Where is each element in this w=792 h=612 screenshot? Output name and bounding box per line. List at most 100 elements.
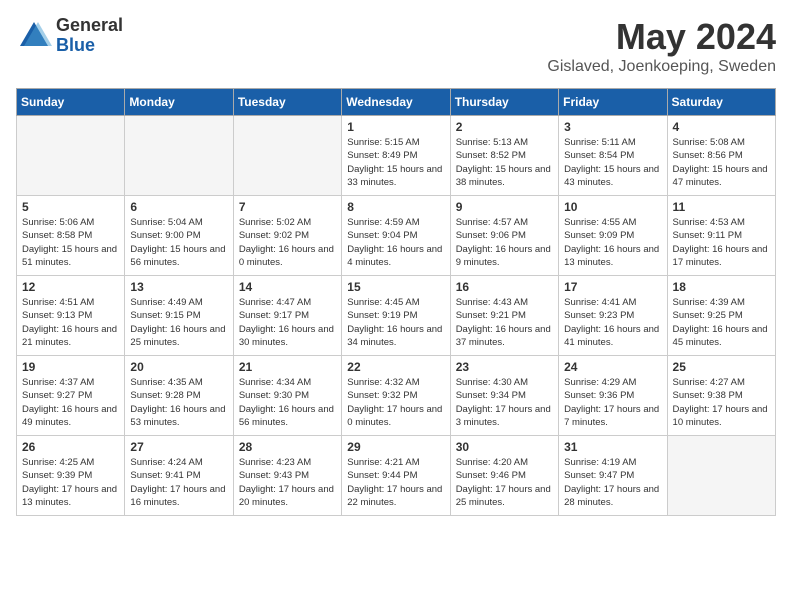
day-info: Sunrise: 4:19 AMSunset: 9:47 PMDaylight:… xyxy=(564,456,661,509)
day-number: 20 xyxy=(130,360,227,374)
calendar-cell: 24 Sunrise: 4:29 AMSunset: 9:36 PMDayligh… xyxy=(559,356,667,436)
header-sunday: Sunday xyxy=(17,89,125,116)
day-number: 27 xyxy=(130,440,227,454)
day-info: Sunrise: 5:08 AMSunset: 8:56 PMDaylight:… xyxy=(673,136,770,189)
day-info: Sunrise: 4:23 AMSunset: 9:43 PMDaylight:… xyxy=(239,456,336,509)
calendar-cell: 9 Sunrise: 4:57 AMSunset: 9:06 PMDaylight… xyxy=(450,196,558,276)
calendar-cell: 27 Sunrise: 4:24 AMSunset: 9:41 PMDayligh… xyxy=(125,436,233,516)
day-number: 21 xyxy=(239,360,336,374)
day-number: 19 xyxy=(22,360,119,374)
calendar-cell xyxy=(125,116,233,196)
day-number: 26 xyxy=(22,440,119,454)
header-tuesday: Tuesday xyxy=(233,89,341,116)
calendar-cell: 25Sunrise: 4:27 AMSunset: 9:38 PMDayligh… xyxy=(667,356,775,436)
calendar-cell: 22Sunrise: 4:32 AMSunset: 9:32 PMDayligh… xyxy=(342,356,450,436)
day-number: 22 xyxy=(347,360,444,374)
calendar-cell: 30 Sunrise: 4:20 AMSunset: 9:46 PMDayligh… xyxy=(450,436,558,516)
day-number: 24 xyxy=(564,360,661,374)
day-number: 23 xyxy=(456,360,553,374)
calendar-week-4: 19Sunrise: 4:37 AMSunset: 9:27 PMDayligh… xyxy=(17,356,776,436)
day-info: Sunrise: 4:30 AMSunset: 9:34 PMDaylight:… xyxy=(456,376,553,429)
calendar-week-5: 26 Sunrise: 4:25 AMSunset: 9:39 PMDayligh… xyxy=(17,436,776,516)
calendar-cell: 18 Sunrise: 4:39 AMSunset: 9:25 PMDayligh… xyxy=(667,276,775,356)
header-monday: Monday xyxy=(125,89,233,116)
day-info: Sunrise: 5:04 AMSunset: 9:00 PMDaylight:… xyxy=(130,216,227,269)
day-info: Sunrise: 4:29 AMSunset: 9:36 PMDaylight:… xyxy=(564,376,661,429)
calendar-cell: 4 Sunrise: 5:08 AMSunset: 8:56 PMDaylight… xyxy=(667,116,775,196)
month-title: May 2024 xyxy=(547,16,776,58)
header-saturday: Saturday xyxy=(667,89,775,116)
calendar-cell: 31 Sunrise: 4:19 AMSunset: 9:47 PMDayligh… xyxy=(559,436,667,516)
day-info: Sunrise: 4:39 AMSunset: 9:25 PMDaylight:… xyxy=(673,296,770,349)
day-info: Sunrise: 4:20 AMSunset: 9:46 PMDaylight:… xyxy=(456,456,553,509)
calendar-cell: 12Sunrise: 4:51 AMSunset: 9:13 PMDayligh… xyxy=(17,276,125,356)
day-info: Sunrise: 5:02 AMSunset: 9:02 PMDaylight:… xyxy=(239,216,336,269)
title-area: May 2024 Gislaved, Joenkoeping, Sweden xyxy=(547,16,776,76)
calendar-cell xyxy=(17,116,125,196)
page-header: General Blue May 2024 Gislaved, Joenkoep… xyxy=(16,16,776,76)
day-info: Sunrise: 4:45 AMSunset: 9:19 PMDaylight:… xyxy=(347,296,444,349)
calendar-cell: 14 Sunrise: 4:47 AMSunset: 9:17 PMDayligh… xyxy=(233,276,341,356)
day-number: 9 xyxy=(456,200,553,214)
day-number: 5 xyxy=(22,200,119,214)
day-info: Sunrise: 4:47 AMSunset: 9:17 PMDaylight:… xyxy=(239,296,336,349)
calendar-cell: 19Sunrise: 4:37 AMSunset: 9:27 PMDayligh… xyxy=(17,356,125,436)
calendar-cell: 26 Sunrise: 4:25 AMSunset: 9:39 PMDayligh… xyxy=(17,436,125,516)
logo-blue-text: Blue xyxy=(56,36,123,56)
day-info: Sunrise: 5:15 AMSunset: 8:49 PMDaylight:… xyxy=(347,136,444,189)
logo-general-text: General xyxy=(56,16,123,36)
logo-icon xyxy=(16,18,52,54)
calendar-cell xyxy=(667,436,775,516)
logo: General Blue xyxy=(16,16,123,56)
day-number: 15 xyxy=(347,280,444,294)
day-number: 3 xyxy=(564,120,661,134)
calendar-cell: 29 Sunrise: 4:21 AMSunset: 9:44 PMDayligh… xyxy=(342,436,450,516)
calendar-cell: 16Sunrise: 4:43 AMSunset: 9:21 PMDayligh… xyxy=(450,276,558,356)
day-number: 1 xyxy=(347,120,444,134)
calendar-cell: 5 Sunrise: 5:06 AMSunset: 8:58 PMDaylight… xyxy=(17,196,125,276)
day-number: 17 xyxy=(564,280,661,294)
day-number: 10 xyxy=(564,200,661,214)
day-number: 31 xyxy=(564,440,661,454)
calendar-cell: 2 Sunrise: 5:13 AMSunset: 8:52 PMDaylight… xyxy=(450,116,558,196)
day-number: 4 xyxy=(673,120,770,134)
calendar-cell: 28 Sunrise: 4:23 AMSunset: 9:43 PMDayligh… xyxy=(233,436,341,516)
day-number: 6 xyxy=(130,200,227,214)
calendar-cell: 6 Sunrise: 5:04 AMSunset: 9:00 PMDaylight… xyxy=(125,196,233,276)
day-info: Sunrise: 4:35 AMSunset: 9:28 PMDaylight:… xyxy=(130,376,227,429)
day-info: Sunrise: 4:21 AMSunset: 9:44 PMDaylight:… xyxy=(347,456,444,509)
day-info: Sunrise: 4:41 AMSunset: 9:23 PMDaylight:… xyxy=(564,296,661,349)
day-info: Sunrise: 5:13 AMSunset: 8:52 PMDaylight:… xyxy=(456,136,553,189)
day-info: Sunrise: 4:25 AMSunset: 9:39 PMDaylight:… xyxy=(22,456,119,509)
day-info: Sunrise: 4:51 AMSunset: 9:13 PMDaylight:… xyxy=(22,296,119,349)
day-number: 25 xyxy=(673,360,770,374)
calendar-week-1: 1 Sunrise: 5:15 AMSunset: 8:49 PMDaylight… xyxy=(17,116,776,196)
calendar-cell: 20 Sunrise: 4:35 AMSunset: 9:28 PMDayligh… xyxy=(125,356,233,436)
day-number: 14 xyxy=(239,280,336,294)
day-number: 30 xyxy=(456,440,553,454)
calendar-cell: 11Sunrise: 4:53 AMSunset: 9:11 PMDayligh… xyxy=(667,196,775,276)
day-info: Sunrise: 4:34 AMSunset: 9:30 PMDaylight:… xyxy=(239,376,336,429)
day-number: 2 xyxy=(456,120,553,134)
day-info: Sunrise: 4:24 AMSunset: 9:41 PMDaylight:… xyxy=(130,456,227,509)
day-number: 13 xyxy=(130,280,227,294)
calendar-header-row: SundayMondayTuesdayWednesdayThursdayFrid… xyxy=(17,89,776,116)
day-info: Sunrise: 4:59 AMSunset: 9:04 PMDaylight:… xyxy=(347,216,444,269)
day-number: 8 xyxy=(347,200,444,214)
day-number: 7 xyxy=(239,200,336,214)
header-friday: Friday xyxy=(559,89,667,116)
calendar-cell: 21 Sunrise: 4:34 AMSunset: 9:30 PMDayligh… xyxy=(233,356,341,436)
calendar-cell: 13Sunrise: 4:49 AMSunset: 9:15 PMDayligh… xyxy=(125,276,233,356)
calendar-week-2: 5 Sunrise: 5:06 AMSunset: 8:58 PMDaylight… xyxy=(17,196,776,276)
day-info: Sunrise: 5:06 AMSunset: 8:58 PMDaylight:… xyxy=(22,216,119,269)
day-info: Sunrise: 4:57 AMSunset: 9:06 PMDaylight:… xyxy=(456,216,553,269)
day-number: 18 xyxy=(673,280,770,294)
day-info: Sunrise: 4:53 AMSunset: 9:11 PMDaylight:… xyxy=(673,216,770,269)
calendar-cell: 1 Sunrise: 5:15 AMSunset: 8:49 PMDaylight… xyxy=(342,116,450,196)
day-number: 29 xyxy=(347,440,444,454)
header-wednesday: Wednesday xyxy=(342,89,450,116)
day-info: Sunrise: 5:11 AMSunset: 8:54 PMDaylight:… xyxy=(564,136,661,189)
day-number: 28 xyxy=(239,440,336,454)
calendar-cell: 23 Sunrise: 4:30 AMSunset: 9:34 PMDayligh… xyxy=(450,356,558,436)
day-number: 16 xyxy=(456,280,553,294)
